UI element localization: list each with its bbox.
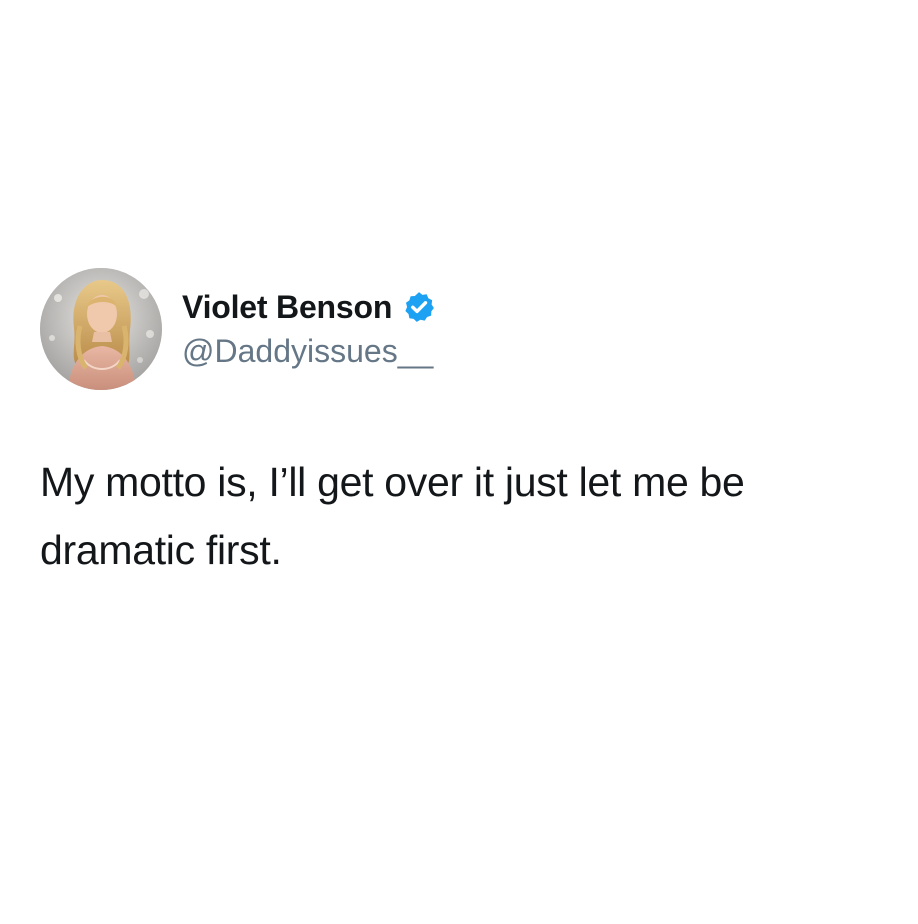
verified-badge-icon <box>402 290 436 324</box>
avatar-photo <box>40 268 162 390</box>
avatar[interactable] <box>40 268 162 390</box>
author-display-name[interactable]: Violet Benson <box>182 289 392 326</box>
tweet-text: My motto is, I’ll get over it just let m… <box>40 459 745 573</box>
author-handle[interactable]: @Daddyissues__ <box>182 333 433 370</box>
tweet-card: Violet Benson @Daddyissues__ My motto is… <box>0 0 918 924</box>
author-name-row: Violet Benson <box>182 284 436 330</box>
